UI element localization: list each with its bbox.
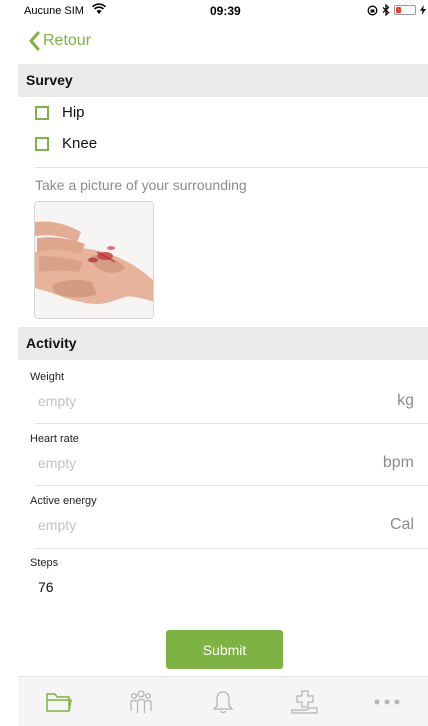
- hand-photo: [35, 202, 153, 318]
- active-energy-input[interactable]: [30, 513, 420, 537]
- status-indicators: [367, 4, 426, 16]
- bell-icon: [212, 691, 234, 714]
- divider: [35, 548, 428, 549]
- navigation-bar: Retour: [18, 22, 428, 64]
- back-label: Retour: [43, 32, 92, 49]
- tab-health[interactable]: [285, 687, 325, 717]
- weight-label: Weight: [30, 371, 65, 383]
- tab-people[interactable]: [121, 687, 161, 717]
- steps-label: Steps: [30, 557, 59, 569]
- knee-label: Knee: [62, 135, 98, 152]
- chevron-left-icon: [29, 31, 40, 51]
- activity-section-header: Activity: [18, 327, 428, 360]
- divider: [35, 167, 428, 168]
- weight-unit: kg: [397, 392, 414, 409]
- active-energy-value: empty: [38, 517, 77, 533]
- tab-bar: [18, 676, 428, 726]
- knee-checkbox[interactable]: [35, 136, 49, 151]
- bluetooth-icon: [382, 4, 390, 16]
- wifi-icon: [92, 3, 106, 18]
- screen: Retour Survey Hip Knee Take a picture of…: [18, 22, 428, 726]
- heart-rate-unit: bpm: [382, 454, 414, 471]
- tab-notifications[interactable]: [203, 687, 243, 717]
- active-energy-unit: Cal: [389, 516, 414, 533]
- active-energy-label: Active energy: [30, 495, 97, 507]
- back-button[interactable]: Retour: [28, 31, 91, 51]
- divider: [35, 423, 428, 424]
- clock: 09:39: [210, 4, 241, 18]
- submit-button[interactable]: Submit: [166, 630, 283, 669]
- heart-rate-value: empty: [38, 455, 77, 471]
- heart-rate-input[interactable]: [30, 451, 420, 475]
- status-bar: Aucune SIM 09:39: [18, 0, 428, 22]
- tab-more[interactable]: [367, 687, 407, 717]
- folder-icon: [46, 693, 72, 712]
- charging-icon: [420, 5, 426, 15]
- heart-rate-label: Heart rate: [30, 433, 79, 445]
- carrier-label: Aucune SIM: [24, 5, 84, 17]
- battery-icon: [394, 5, 416, 15]
- medical-cross-icon: [291, 690, 318, 714]
- surrounding-photo-thumbnail[interactable]: [34, 201, 154, 319]
- photo-prompt: Take a picture of your surrounding: [35, 177, 247, 193]
- survey-section-header: Survey: [18, 64, 428, 97]
- weight-value: empty: [38, 393, 77, 409]
- divider: [35, 485, 428, 486]
- people-icon: [130, 690, 152, 713]
- hip-label: Hip: [62, 104, 85, 121]
- steps-input[interactable]: [30, 575, 420, 599]
- hip-checkbox-row[interactable]: Hip: [35, 104, 85, 121]
- tab-folder[interactable]: [39, 687, 79, 717]
- rotation-lock-icon: [367, 5, 378, 15]
- steps-value: 76: [38, 579, 54, 595]
- weight-input[interactable]: [30, 389, 420, 413]
- more-icon: [374, 699, 400, 705]
- knee-checkbox-row[interactable]: Knee: [35, 135, 97, 152]
- hip-checkbox[interactable]: [35, 105, 49, 120]
